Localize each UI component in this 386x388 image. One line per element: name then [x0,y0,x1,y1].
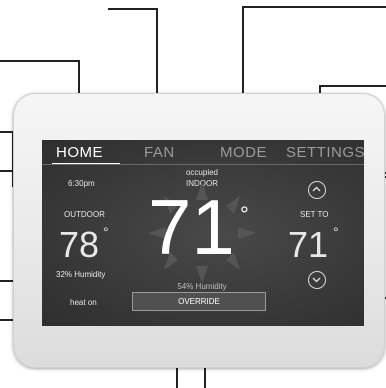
thermostat-screen: HOME FAN MODE SETTINGS 6:30pm occupied I… [42,140,364,326]
callout-line [0,60,80,62]
callout-line [243,6,386,8]
setpoint-value: 71 [288,224,329,265]
tab-mode[interactable]: MODE [220,144,267,161]
indoor-humidity: 54% Humidity [177,282,227,291]
indoor-temperature-unit: ° [240,202,249,227]
increase-setpoint-button[interactable] [308,181,326,199]
override-button[interactable]: OVERRIDE [132,292,266,311]
tab-divider [42,164,364,165]
system-status: heat on [70,298,97,307]
tab-home[interactable]: HOME [56,144,103,161]
tab-fan[interactable]: FAN [144,144,175,161]
callout-line [0,319,14,321]
occupancy-status: occupied [185,168,219,177]
callout-line [108,8,158,10]
callout-line [320,85,386,87]
outdoor-label: OUTDOOR [64,210,105,219]
chevron-down-icon [312,277,321,283]
outdoor-humidity: 32% Humidity [56,270,106,279]
outdoor-temperature-unit: ° [103,224,109,240]
chevron-up-icon [312,186,321,192]
setpoint-unit: ° [333,224,339,240]
clock-time: 6:30pm [68,179,95,188]
indoor-temperature: 71 [148,183,235,271]
outdoor-temperature: 78 [59,224,100,265]
decrease-setpoint-button[interactable] [308,271,326,289]
setpoint-label: SET TO [300,210,329,219]
tab-settings[interactable]: SETTINGS [286,144,364,161]
